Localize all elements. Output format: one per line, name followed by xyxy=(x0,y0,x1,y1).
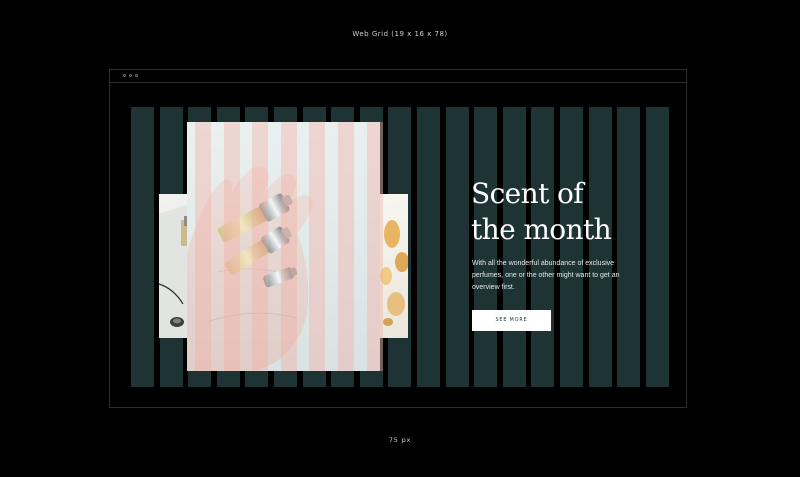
hero-headline-line-1: Scent of xyxy=(471,177,584,210)
hero-body-text: With all the wonderful abundance of excl… xyxy=(472,260,620,291)
grid-overlay-column xyxy=(252,122,269,371)
window-control-dot-icon[interactable] xyxy=(129,74,132,77)
grid-column xyxy=(131,107,154,387)
window-control-dot-icon[interactable] xyxy=(135,74,138,77)
column-width-caption: 75 px xyxy=(388,436,412,444)
grid-overlay-column xyxy=(366,122,383,371)
side-photo-left xyxy=(159,194,189,338)
grid-column xyxy=(417,107,440,387)
grid-overlay-column xyxy=(195,122,211,371)
grid-overlay-column xyxy=(338,122,354,371)
see-more-button[interactable]: SEE MORE xyxy=(472,310,551,331)
grid-column xyxy=(645,107,669,387)
grid-overlay-column xyxy=(309,122,326,371)
hero-headline-line-2: the month xyxy=(471,213,612,246)
browser-toolbar xyxy=(110,70,686,83)
window-control-dot-icon[interactable] xyxy=(123,74,126,77)
hero-headline: Scent of the month xyxy=(471,176,641,248)
grid-column xyxy=(445,107,469,387)
grid-spec-caption: Web Grid (19 x 16 x 78) xyxy=(352,30,448,38)
window-controls xyxy=(123,74,138,77)
grid-overlay-column xyxy=(280,122,297,371)
grid-overlay-column xyxy=(223,122,240,371)
